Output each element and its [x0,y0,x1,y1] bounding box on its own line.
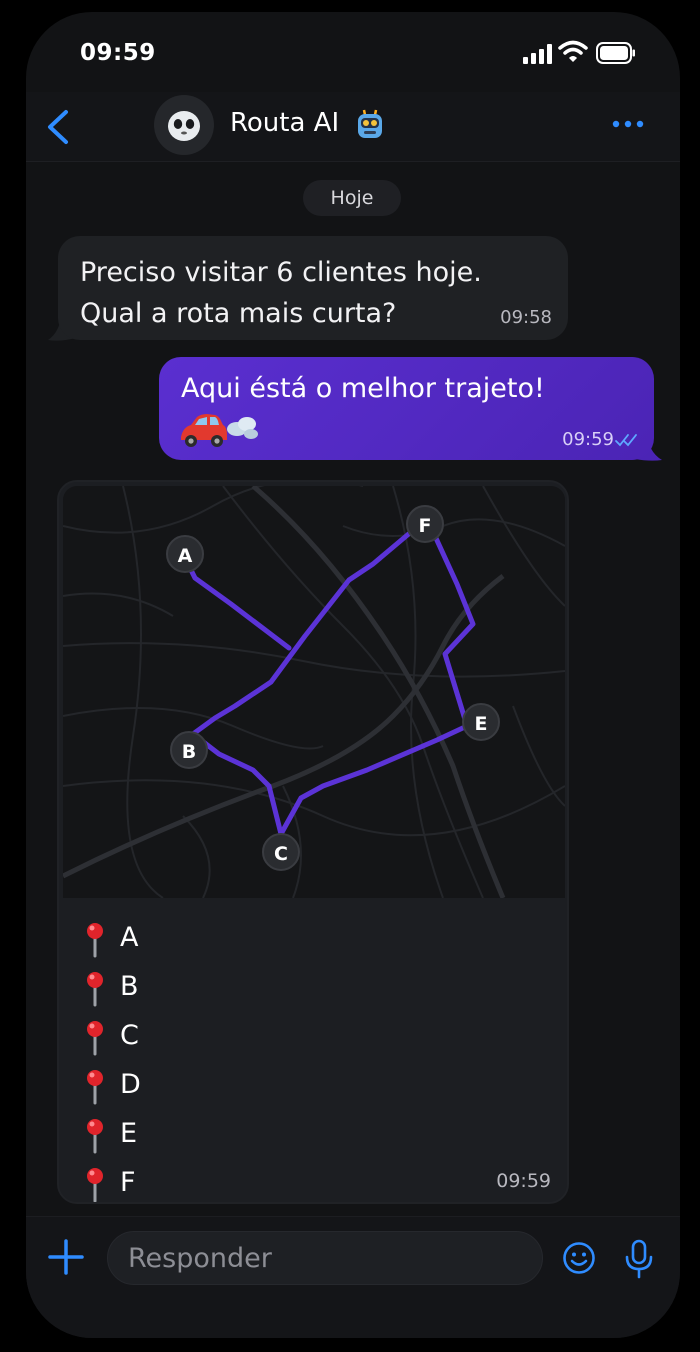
pin-icon [87,1021,103,1056]
car-dash-emoji [181,414,258,447]
route-map[interactable]: A F B E C [63,486,565,898]
signal-icon [523,44,552,64]
list-item[interactable]: D [83,1067,203,1107]
map-marker-label: A [178,545,193,567]
reply-input[interactable] [107,1231,543,1285]
message-text: Preciso visitar 6 clientes hoje. Qual a … [80,252,482,334]
message-line: Qual a rota mais curta? [80,298,397,329]
incoming-message[interactable]: Preciso visitar 6 clientes hoje. Qual a … [58,236,568,340]
battery-icon [596,42,635,64]
alien-face-icon [168,111,200,141]
map-marker-label: B [182,741,196,763]
pin-icon [87,1168,103,1202]
list-item[interactable]: F [83,1165,203,1202]
outgoing-message[interactable]: Aqui éstá o melhor trajeto! 09:59 [159,357,654,460]
map-marker-label: E [475,713,488,735]
message-line: Preciso visitar 6 clientes hoje. [80,257,482,288]
list-item[interactable]: A [83,920,203,960]
stop-label: C [120,1020,139,1051]
list-item[interactable]: E [83,1116,203,1156]
message-time: 09:59 [562,429,614,450]
message-composer [26,1216,680,1338]
stop-label: E [120,1118,138,1149]
message-text: Aqui éstá o melhor trajeto! [181,373,545,404]
map-marker-label: C [274,843,288,865]
robot-icon [358,109,382,138]
message-time: 09:58 [500,307,552,328]
more-options-icon[interactable] [610,116,646,132]
map-marker-label: F [419,515,432,537]
status-time: 09:59 [80,40,156,66]
contact-avatar[interactable] [154,95,214,155]
message-time: 09:59 [496,1170,551,1192]
phone-screen: 09:59 Routa AI Hoje Preciso visitar 6 cl… [26,12,680,1338]
stop-label: B [120,971,139,1002]
map-marker-f[interactable]: F [406,505,444,543]
stop-label: A [120,922,139,953]
read-receipt-icon [615,434,637,447]
map-marker-a[interactable]: A [166,535,204,573]
pin-icon [87,972,103,1007]
microphone-icon[interactable] [624,1239,654,1279]
map-marker-b[interactable]: B [170,731,208,769]
back-arrow-icon[interactable] [42,108,74,146]
pin-icon [87,923,103,958]
route-card[interactable]: A F B E C A B C D E F 09:59 [57,480,569,1204]
contact-name[interactable]: Routa AI [230,108,339,138]
map-marker-e[interactable]: E [462,703,500,741]
plus-icon[interactable] [48,1239,84,1275]
map-marker-c[interactable]: C [262,833,300,871]
status-bar: 09:59 [26,12,680,92]
stop-label: F [120,1167,136,1198]
stop-label: D [120,1069,141,1100]
list-item[interactable]: B [83,969,203,1009]
smiley-icon[interactable] [562,1241,596,1275]
list-item[interactable]: C [83,1018,203,1058]
pin-icon [87,1119,103,1154]
wifi-icon [558,40,588,62]
date-divider: Hoje [303,180,401,216]
chat-header: Routa AI [26,92,680,162]
pin-icon [87,1070,103,1105]
